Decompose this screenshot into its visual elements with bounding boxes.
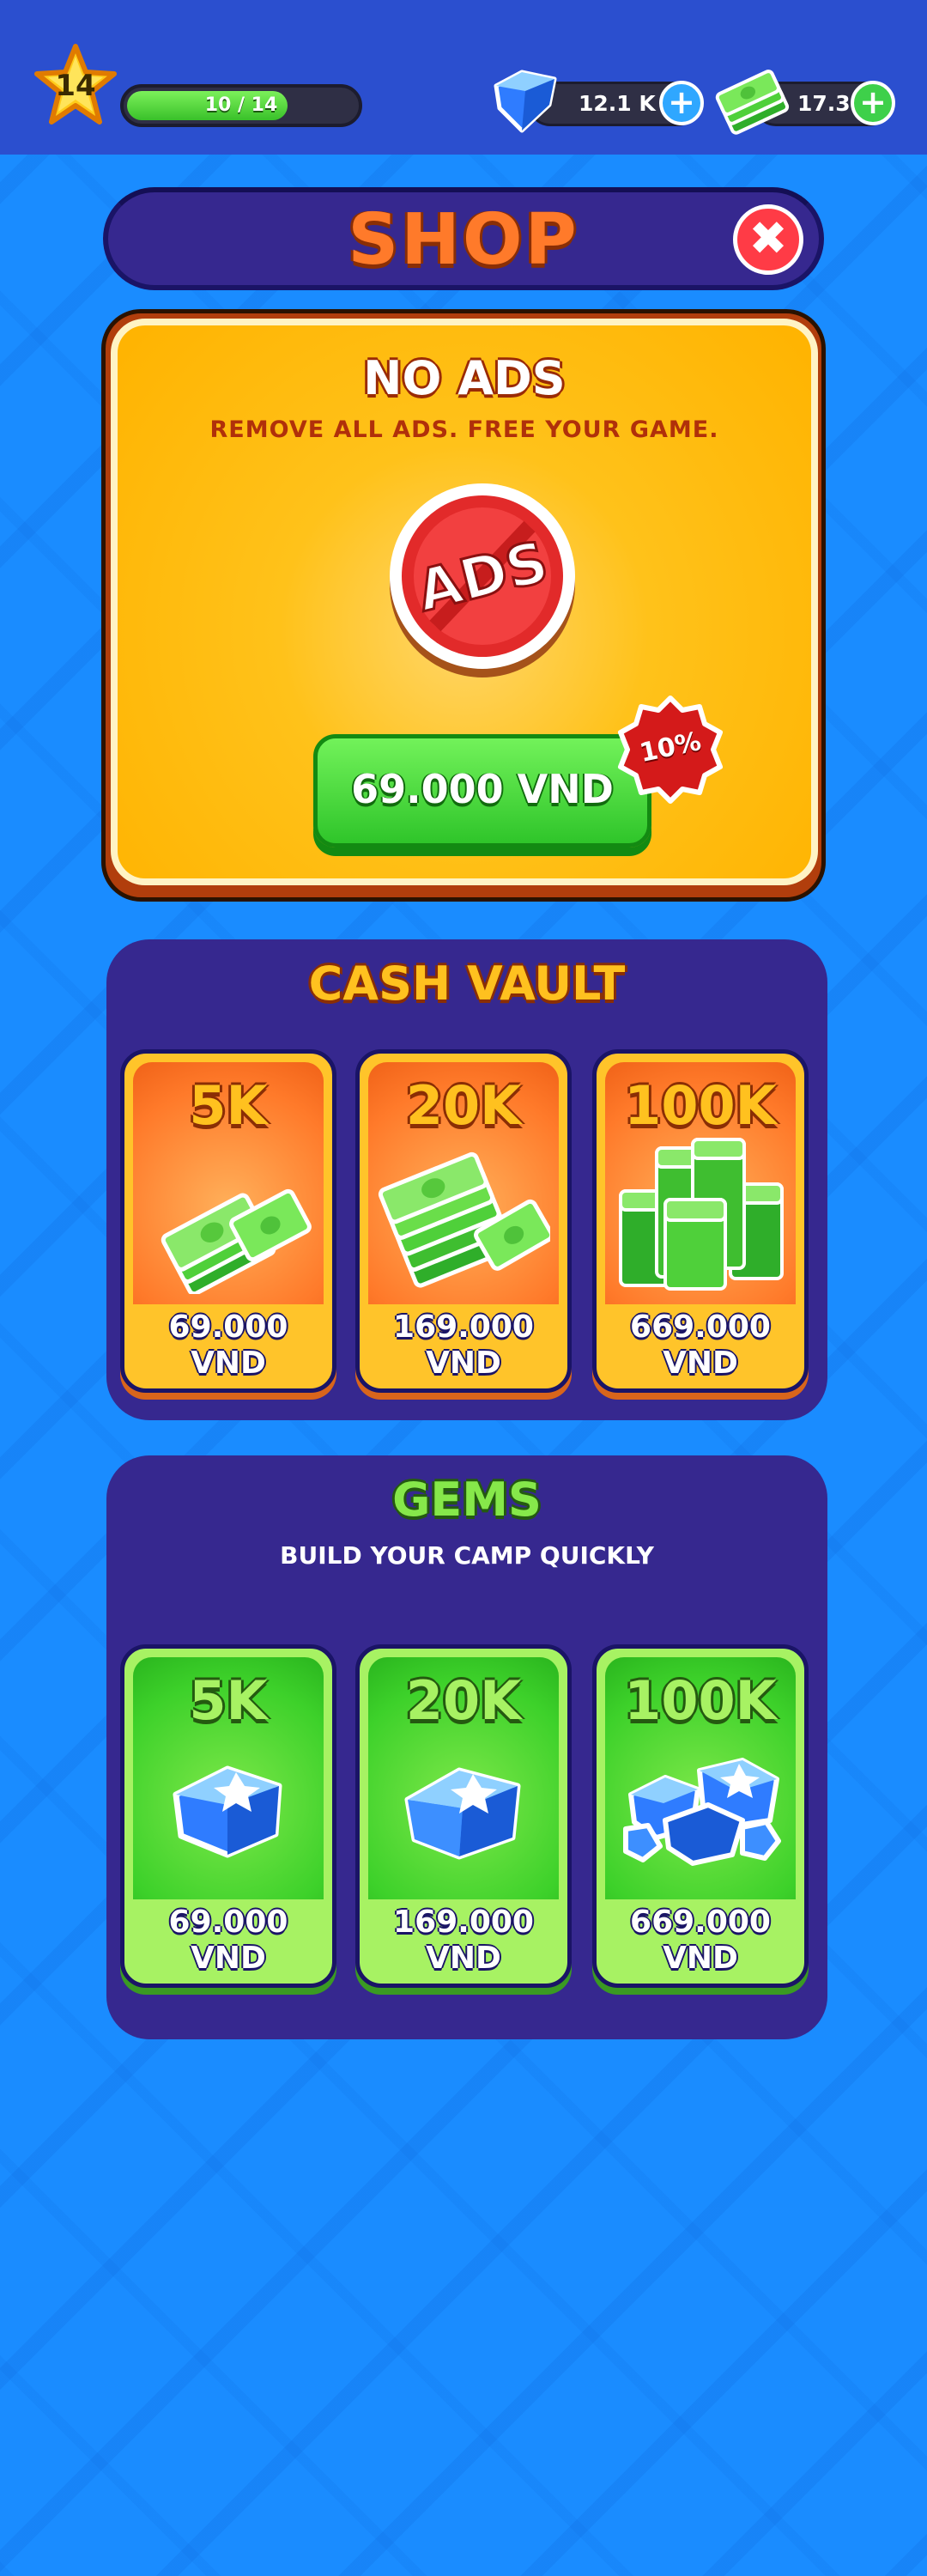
gem-item-price: 669.000 VND [597,1905,804,1977]
cash-item-price-currency: VND [191,1346,266,1381]
xp-progress-bar: 10 / 14 [120,84,362,127]
gem-item-5k[interactable]: 5K 69.000 VND [120,1644,336,1988]
gems-panel: GEMS BUILD YOUR CAMP QUICKLY 5K 69.000 V… [106,1455,827,2039]
shop-title: SHOP [348,199,579,281]
gem-item-price: 169.000 VND [360,1905,567,1977]
cash-small-icon [142,1131,315,1297]
close-button[interactable]: ✖ [733,204,803,275]
gem-medium-icon [377,1726,550,1889]
gems-title: GEMS [392,1473,542,1527]
no-ads-card: NO ADS REMOVE ALL ADS. FREE YOUR GAME. A… [101,309,826,902]
cash-icon [715,70,790,135]
cash-item-price: 69.000 VND [124,1309,332,1382]
cash-item-100k[interactable]: 100K 669.000 VND [592,1049,809,1393]
cash-item-top: 100K [605,1062,796,1304]
gem-item-price: 69.000 VND [124,1905,332,1977]
add-cash-button[interactable]: + [851,81,895,125]
gem-item-top: 20K [368,1657,559,1899]
cash-item-price-currency: VND [426,1346,501,1381]
no-ads-buy-button[interactable]: 69.000 VND [313,734,651,848]
cash-item-price-value: 69.000 [168,1309,288,1345]
cash-large-icon [614,1131,787,1294]
gem-item-amount: 5K [189,1669,268,1732]
gem-small-icon [142,1726,315,1889]
cash-item-20k[interactable]: 20K 169.000 VND [355,1049,572,1393]
cash-item-price-value: 669.000 [630,1309,771,1345]
gem-item-amount: 20K [405,1669,522,1732]
gems-amount: 12.1 K [579,91,656,116]
cash-item-5k[interactable]: 5K 69.000 VND [120,1049,336,1393]
xp-progress-text: 10 / 14 [204,94,278,116]
cash-item-amount: 20K [405,1074,522,1137]
gem-item-price-value: 669.000 [630,1905,771,1940]
gem-item-top: 100K [605,1657,796,1899]
gem-item-price-currency: VND [426,1941,501,1976]
cash-medium-icon [377,1131,554,1294]
gem-large-icon [614,1726,787,1889]
level-number: 14 [55,69,96,103]
cash-item-top: 20K [368,1062,559,1304]
no-ads-inner: NO ADS REMOVE ALL ADS. FREE YOUR GAME. A… [111,319,818,885]
gems-counter: 12.1 K + [494,70,704,133]
gem-item-price-value: 169.000 [393,1905,534,1940]
gem-item-100k[interactable]: 100K 669.000 VND [592,1644,809,1988]
cash-vault-title: CASH VAULT [308,957,626,1011]
cash-item-price: 669.000 VND [597,1309,804,1382]
gems-subtitle: BUILD YOUR CAMP QUICKLY [280,1541,654,1570]
no-ads-icon: ADS [384,480,581,677]
gem-item-20k[interactable]: 20K 169.000 VND [355,1644,572,1988]
discount-badge: 10% [615,695,725,805]
level-badge[interactable]: 14 [33,43,118,129]
gem-item-top: 5K [133,1657,324,1899]
cash-item-amount: 5K [189,1074,268,1137]
gem-item-price-currency: VND [663,1941,738,1976]
cash-counter: 17.3 K + [715,70,895,135]
cash-item-price-currency: VND [663,1346,738,1381]
cash-item-top: 5K [133,1062,324,1304]
cash-item-amount: 100K [624,1074,777,1137]
cash-item-price: 169.000 VND [360,1309,567,1382]
top-hud: 14 10 / 14 12.1 K + 17.3 K + [0,0,927,155]
no-ads-title: NO ADS [363,351,566,405]
cash-vault-panel: CASH VAULT 5K 69.000 VND 20K 169.000 VND… [106,939,827,1420]
no-ads-price: 69.000 VND [351,766,614,812]
gem-item-price-currency: VND [191,1941,266,1976]
add-gems-button[interactable]: + [659,81,704,125]
cash-item-price-value: 169.000 [393,1309,534,1345]
no-ads-subtitle: REMOVE ALL ADS. FREE YOUR GAME. [209,416,719,443]
gem-item-amount: 100K [624,1669,777,1732]
gem-icon [494,70,557,133]
gem-item-price-value: 69.000 [168,1905,288,1940]
shop-header: SHOP ✖ [103,187,824,290]
